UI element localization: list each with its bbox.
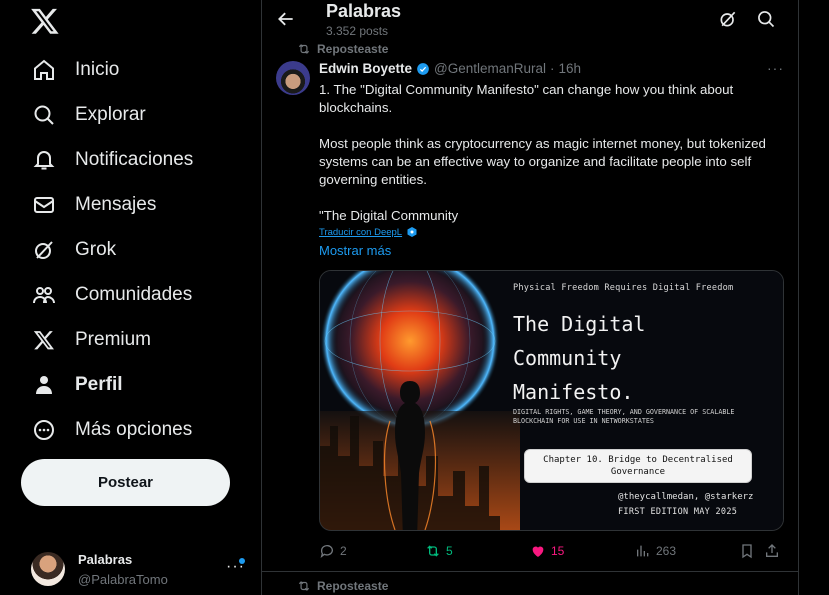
nav-label: Inicio: [75, 59, 120, 80]
deepl-icon: [407, 227, 417, 237]
media-subtitle: DIGITAL RIGHTS, GAME THEORY, AND GOVERNA…: [513, 408, 735, 425]
x-logo-icon[interactable]: [30, 6, 60, 36]
nav-item-mas-opciones[interactable]: Más opciones: [22, 410, 192, 450]
post-count: 3.352 posts: [326, 24, 389, 38]
post-button[interactable]: Postear: [21, 459, 230, 506]
profile-header: Palabras 3.352 posts: [262, 0, 798, 41]
tweet-text: 1. The "Digital Community Manifesto" can…: [319, 81, 789, 243]
home-icon: [31, 57, 57, 83]
search-icon[interactable]: [756, 9, 776, 29]
repost-indicator: Reposteaste: [297, 42, 388, 56]
avatar: [31, 552, 65, 586]
heart-icon: [532, 546, 544, 557]
media-tagline: Physical Freedom Requires Digital Freedo…: [513, 283, 734, 293]
media-chapter: Chapter 10. Bridge to Decentralised Gove…: [524, 449, 752, 483]
page-title: Palabras: [326, 1, 402, 21]
translate-link[interactable]: Traducir con DeepL: [319, 226, 418, 238]
media-title-line: The Digital: [513, 312, 646, 336]
nav-item-comunidades[interactable]: Comunidades: [22, 275, 192, 315]
media-credit: @theycallmedan, @starkerz: [618, 492, 754, 502]
show-more-link[interactable]: Mostrar más: [319, 243, 391, 258]
media-title: The Digital Community Manifesto.: [513, 307, 773, 409]
reply-count: 2: [340, 544, 347, 558]
repost-count: 5: [446, 544, 453, 558]
repost-button[interactable]: 5: [425, 543, 453, 559]
nav-label: Explorar: [75, 104, 146, 125]
back-arrow-icon[interactable]: [276, 9, 296, 29]
more-icon[interactable]: ···: [767, 60, 784, 76]
communities-icon: [31, 282, 57, 308]
repost-label: Reposteaste: [317, 579, 389, 593]
main-column: Palabras 3.352 posts Reposteaste Edwin B…: [261, 0, 799, 595]
author-name[interactable]: Edwin Boyette: [319, 61, 412, 76]
more-circle-icon: [31, 417, 57, 443]
person-icon: [31, 372, 57, 398]
mail-icon: [31, 192, 57, 218]
share-button[interactable]: [764, 543, 780, 559]
nav-item-mensajes[interactable]: Mensajes: [22, 185, 156, 225]
grok-icon: [31, 237, 57, 263]
like-button[interactable]: 15: [530, 543, 564, 559]
share-icon: [766, 544, 778, 557]
like-count: 15: [551, 544, 565, 558]
x-icon: [31, 327, 57, 353]
nav-label: Comunidades: [75, 284, 193, 305]
left-sidebar: Inicio Explorar Notificaciones Mensajes …: [0, 0, 261, 595]
tweet-time[interactable]: 16h: [559, 61, 582, 76]
nav-item-grok[interactable]: Grok: [22, 230, 116, 270]
media-title-line: Community: [513, 346, 622, 370]
bell-icon: [31, 147, 57, 173]
nav-label: Perfil: [75, 374, 123, 395]
media-title-line: Manifesto.: [513, 380, 634, 404]
repost-label: Reposteaste: [317, 42, 389, 56]
nav-item-notificaciones[interactable]: Notificaciones: [22, 140, 193, 180]
notification-dot: [239, 558, 245, 564]
account-name: Palabras: [78, 552, 133, 567]
tweet-author: Edwin Boyette @GentlemanRural · 16h: [319, 61, 581, 76]
tweet-media-image[interactable]: Physical Freedom Requires Digital Freedo…: [319, 270, 784, 531]
view-count: 263: [656, 544, 677, 558]
search-icon: [31, 102, 57, 128]
separator-dot: ·: [550, 61, 555, 76]
nav-label: Premium: [75, 329, 152, 350]
nav-item-premium[interactable]: Premium: [22, 320, 151, 360]
bookmark-button[interactable]: [739, 543, 755, 559]
repost-icon: [427, 545, 439, 557]
account-handle: @PalabraTomo: [78, 572, 168, 587]
avatar[interactable]: [276, 61, 310, 95]
nav-label: Notificaciones: [75, 149, 194, 170]
nav-item-inicio[interactable]: Inicio: [22, 50, 119, 90]
divider: [262, 571, 798, 572]
nav-label: Grok: [75, 239, 117, 260]
author-handle[interactable]: @GentlemanRural: [434, 61, 546, 76]
tweet-paragraph: 1. The "Digital Community Manifesto" can…: [319, 82, 734, 115]
views-button[interactable]: 263: [635, 543, 676, 559]
nav-item-perfil[interactable]: Perfil: [22, 365, 123, 405]
repost-icon: [298, 44, 310, 54]
grok-icon[interactable]: [718, 9, 738, 29]
verified-badge-icon: [417, 62, 429, 75]
media-edition: FIRST EDITION MAY 2025: [618, 507, 738, 517]
views-icon: [637, 545, 649, 557]
bookmark-icon: [742, 544, 752, 559]
reply-button[interactable]: 2: [319, 543, 347, 559]
nav-item-explorar[interactable]: Explorar: [22, 95, 146, 135]
tweet-actions: 2 5 15 263: [319, 543, 789, 563]
translate-label: Traducir con DeepL: [319, 226, 403, 238]
nav-label: Más opciones: [75, 419, 193, 440]
nav-label: Mensajes: [75, 194, 157, 215]
reply-icon: [320, 545, 333, 558]
repost-icon: [298, 581, 310, 591]
account-switcher[interactable]: Palabras @PalabraTomo ···: [27, 548, 252, 588]
tweet-paragraph: "The Digital Community: [319, 208, 459, 223]
tweet-paragraph: Most people think as cryptocurrency as m…: [319, 136, 766, 187]
repost-indicator: Reposteaste: [297, 579, 388, 593]
